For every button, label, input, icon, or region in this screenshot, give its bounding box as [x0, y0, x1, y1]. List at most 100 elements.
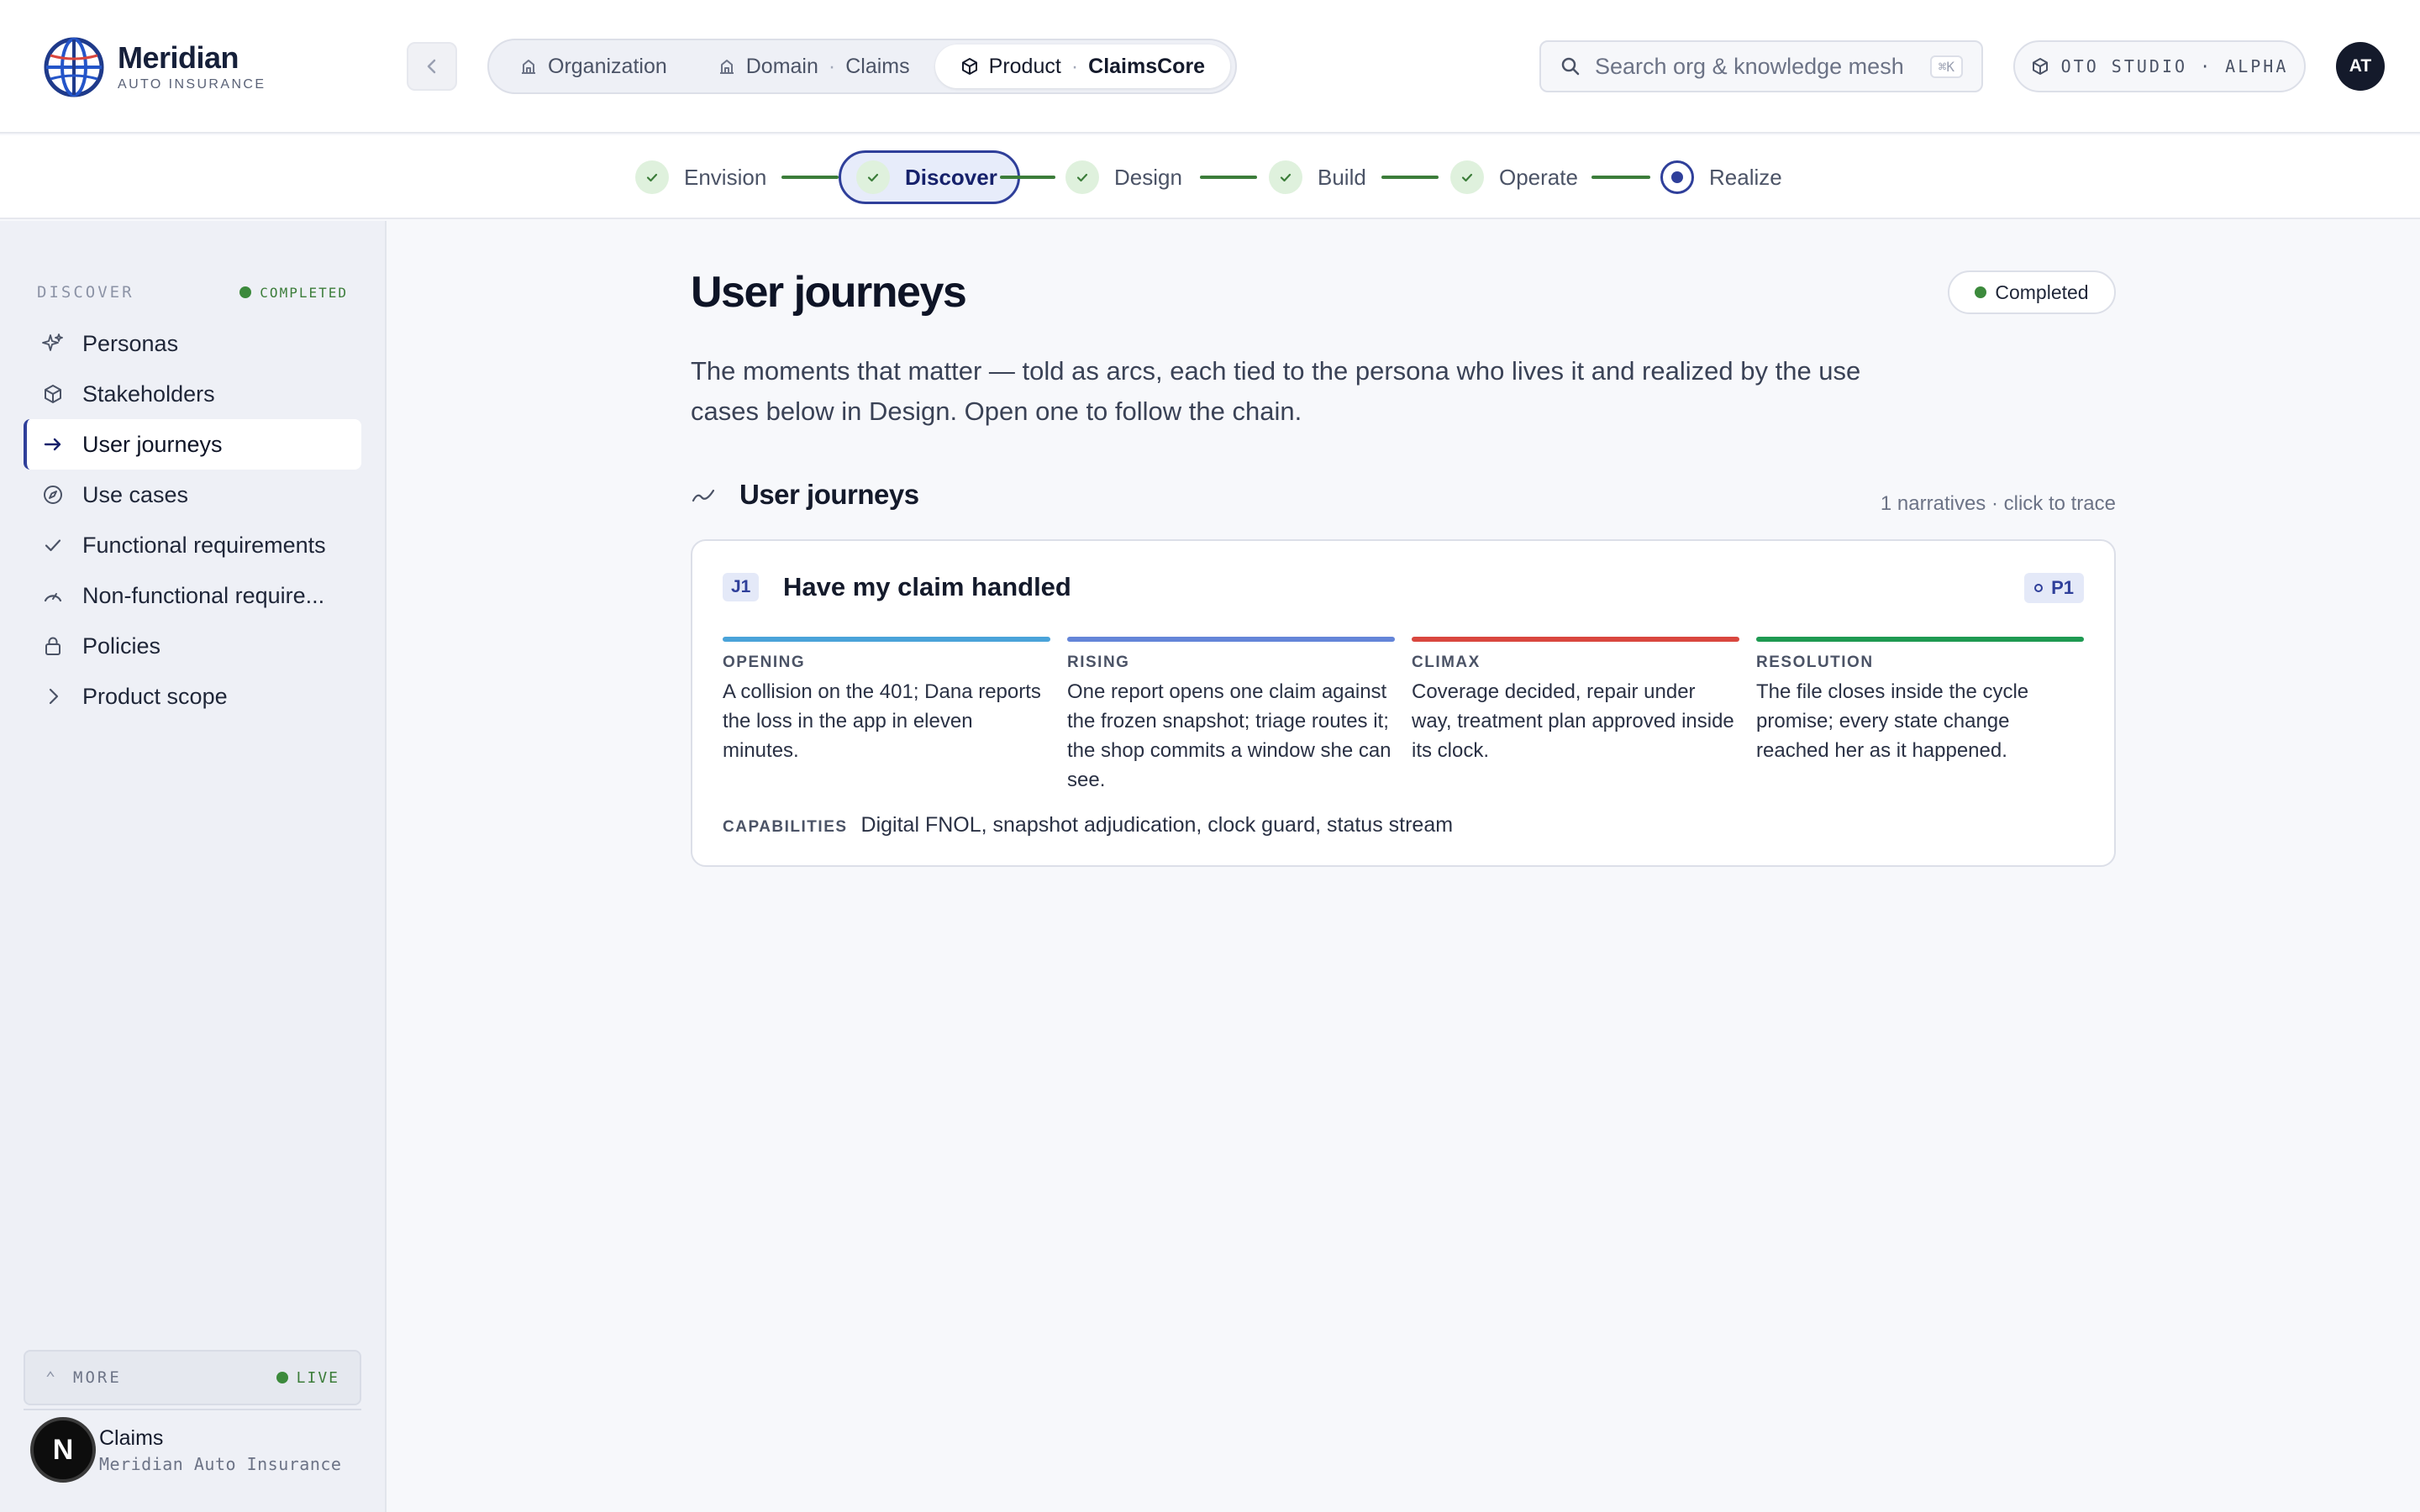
arc-resolution: RESOLUTION The file closes inside the cy… [1756, 637, 2084, 765]
search-icon [1561, 57, 1580, 76]
arc-text: The file closes inside the cycle promise… [1756, 680, 2029, 762]
sidebar-item-user-journeys[interactable]: User journeys [24, 419, 361, 470]
sidebar-item-use-cases[interactable]: Use cases [24, 470, 361, 520]
section-header: User journeys [691, 479, 919, 511]
step-label: Build [1318, 164, 1366, 190]
step-operate[interactable]: Operate [1450, 150, 1578, 204]
studio-label: OTO STUDIO · ALPHA [2060, 56, 2289, 76]
chevron-up-icon: ⌃ [45, 1368, 59, 1388]
step-connector [781, 176, 839, 179]
crumb-product[interactable]: Product · ClaimsCore [934, 45, 1231, 88]
cube-icon [2032, 58, 2048, 75]
check-icon [635, 160, 669, 194]
back-button[interactable] [407, 42, 457, 91]
brand-logo[interactable]: Meridian AUTO INSURANCE [44, 37, 266, 97]
capabilities-list: Digital FNOL, snapshot adjudication, clo… [860, 813, 1454, 837]
sidebar-nav: Personas Stakeholders User journeys Use … [24, 318, 361, 722]
step-label: Operate [1499, 164, 1578, 190]
journey-title: Have my claim handled [783, 572, 1071, 601]
step-label: Realize [1709, 164, 1782, 190]
arc-name: OPENING [723, 654, 806, 671]
sidebar-section-label: DISCOVER [37, 283, 134, 302]
building-icon [522, 60, 535, 74]
crumb-domain[interactable]: Domain · Claims [692, 45, 935, 88]
sidebar-item-label: Use cases [82, 481, 189, 507]
globe-logo-icon [44, 37, 104, 97]
sidebar-item-stakeholders[interactable]: Stakeholders [24, 369, 361, 419]
radio-dot-icon [1660, 160, 1694, 194]
page-description: The moments that matter — told as arcs, … [691, 356, 1861, 426]
sidebar-item-functional-requirements[interactable]: Functional requirements [24, 520, 361, 570]
cube-icon [961, 58, 977, 75]
step-label: Envision [684, 164, 767, 190]
step-connector [1381, 176, 1439, 179]
crumb-organization[interactable]: Organization [494, 45, 692, 88]
priority-badge: P1 [2024, 573, 2084, 603]
chevron-left-icon [427, 59, 436, 74]
top-bar: Meridian AUTO INSURANCE Organization Dom… [0, 0, 2420, 134]
sidebar-item-label: Policies [82, 633, 161, 659]
sidebar-item-label: User journeys [82, 431, 223, 457]
arc-name: RESOLUTION [1756, 654, 1874, 671]
sparkle-icon [42, 333, 63, 351]
sidebar-item-product-scope[interactable]: Product scope [24, 671, 361, 722]
brand-subtitle: AUTO INSURANCE [118, 77, 266, 92]
arc-name: RISING [1067, 654, 1130, 671]
divider [24, 1409, 361, 1410]
journey-id-badge: J1 [723, 573, 760, 601]
sidebar-item-non-functional-requirements[interactable]: Non-functional require... [24, 570, 361, 621]
tenant-org: Meridian Auto Insurance [99, 1453, 342, 1474]
search-input[interactable]: Search org & knowledge mesh ⌘K [1539, 40, 1983, 92]
chevron-right-icon [49, 688, 59, 705]
sidebar-item-policies[interactable]: Policies [24, 621, 361, 671]
sidebar-item-personas[interactable]: Personas [24, 318, 361, 369]
studio-badge[interactable]: OTO STUDIO · ALPHA [2013, 40, 2306, 92]
page-title: User journeys [691, 268, 967, 317]
more-toggle[interactable]: ⌃ MORE LIVE [24, 1350, 361, 1405]
status-badge: COMPLETED [239, 285, 348, 301]
step-label: Discover [905, 164, 997, 190]
compass-icon [44, 486, 62, 504]
capabilities-row: CAPABILITIES Digital FNOL, snapshot adju… [723, 813, 1453, 837]
step-label: Design [1114, 164, 1182, 190]
cube-icon [45, 385, 61, 403]
step-realize[interactable]: Realize [1660, 150, 1782, 204]
arc-text: Coverage decided, repair under way, trea… [1412, 680, 1734, 762]
journey-card[interactable]: J1 Have my claim handled P1 OPENING A co… [691, 539, 2116, 867]
sidebar-item-label: Product scope [82, 683, 228, 709]
check-icon [856, 160, 890, 194]
check-icon [45, 539, 61, 552]
step-connector [1591, 176, 1650, 179]
arc-bar [1067, 637, 1395, 642]
crumb-label: Organization [548, 54, 667, 78]
arc-bar [723, 637, 1050, 642]
lock-icon [45, 637, 60, 655]
arc-rising: RISING One report opens one claim agains… [1067, 637, 1395, 795]
sidebar: DISCOVER COMPLETED Personas Stakeholders… [0, 221, 387, 1512]
step-design[interactable]: Design [1065, 150, 1182, 204]
gauge-icon [44, 593, 62, 602]
step-discover[interactable]: Discover [839, 150, 1020, 204]
arc-bar [1756, 637, 2084, 642]
search-shortcut: ⌘K [1929, 55, 1963, 78]
sidebar-item-label: Stakeholders [82, 381, 215, 407]
arc-climax: CLIMAX Coverage decided, repair under wa… [1412, 637, 1739, 765]
tenant-switcher[interactable]: N Claims Meridian Auto Insurance [30, 1417, 341, 1483]
trend-line-icon [692, 489, 715, 502]
phase-stepper: Envision Discover Design Build Operate R… [0, 135, 2420, 219]
step-envision[interactable]: Envision [635, 150, 766, 204]
arc-name: CLIMAX [1412, 654, 1481, 671]
arc-text: One report opens one claim against the f… [1067, 680, 1392, 791]
tenant-name: Claims [99, 1425, 164, 1450]
avatar[interactable]: AT [2336, 42, 2385, 91]
step-build[interactable]: Build [1269, 150, 1366, 204]
crumb-label: Domain [745, 54, 818, 78]
status-badge: Completed [1948, 270, 2116, 314]
sidebar-item-label: Functional requirements [82, 532, 326, 558]
check-icon [1450, 160, 1484, 194]
section-title: User journeys [739, 479, 919, 510]
step-connector [1000, 176, 1055, 179]
section-meta: 1 narratives · click to trace [1880, 492, 2116, 515]
breadcrumb: Organization Domain · Claims Product · C… [487, 39, 1237, 94]
crumb-label: Product [988, 54, 1061, 78]
